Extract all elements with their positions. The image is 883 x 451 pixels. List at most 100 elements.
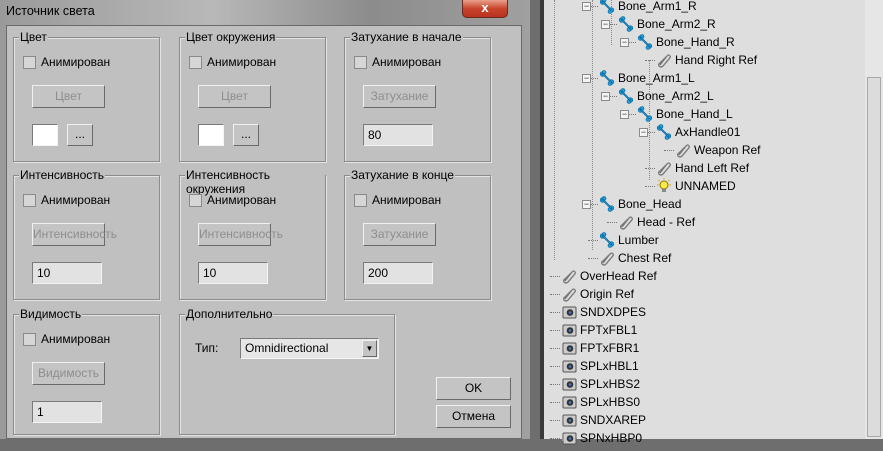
ok-button[interactable]: OK	[436, 377, 511, 400]
tree-item[interactable]: SPLxHBL1	[544, 357, 864, 375]
bone-icon	[599, 0, 615, 14]
collapse-icon[interactable]: −	[601, 20, 610, 29]
type-select[interactable]: Omnidirectional ▼	[240, 338, 379, 359]
intensity-button[interactable]: Интенсивность	[32, 223, 117, 246]
animated-checkbox[interactable]	[23, 194, 36, 207]
group-label: Интенсивность	[19, 168, 106, 182]
tree-item-label: SPLxHBL1	[580, 359, 639, 373]
visibility-value-field[interactable]: 1	[32, 401, 102, 423]
tree-item-label: Bone_Hand_L	[656, 107, 733, 121]
type-label: Тип:	[195, 341, 219, 355]
collapse-icon[interactable]: −	[582, 2, 591, 11]
amb_intensity-value-field[interactable]: 10	[198, 262, 268, 284]
clip-icon	[561, 268, 577, 284]
tree-item-label: SNDXDPES	[580, 305, 647, 319]
ambient-swatch[interactable]	[198, 124, 224, 146]
tree-item-label: FPTxFBR1	[580, 341, 640, 355]
group-label: Цвет	[19, 30, 48, 44]
color-swatch[interactable]	[32, 124, 58, 146]
tree-item-label: SNDXAREP	[580, 413, 647, 427]
animated-label: Анимирован	[41, 332, 111, 346]
clip-icon	[656, 160, 672, 176]
tree-item-label: SPLxHBS0	[580, 395, 641, 409]
ambient-button[interactable]: Цвет	[198, 85, 271, 108]
color-browse-button[interactable]: ...	[67, 124, 93, 146]
tree-connector	[588, 240, 598, 241]
collapse-icon[interactable]: −	[582, 200, 591, 209]
animated-checkbox[interactable]	[189, 194, 202, 207]
type-value: Omnidirectional	[245, 341, 329, 355]
scrollbar-thumb[interactable]	[867, 77, 881, 437]
cancel-button[interactable]: Отмена	[436, 405, 511, 428]
animated-label: Анимирован	[372, 55, 442, 69]
tree-item[interactable]: Origin Ref	[544, 285, 864, 303]
camera-icon	[561, 394, 577, 410]
tree-item-label: FPTxFBL1	[580, 323, 638, 337]
atten_end-value-field[interactable]: 200	[363, 262, 433, 284]
tree-item[interactable]: SPNxHBP0	[544, 429, 864, 447]
color-button[interactable]: Цвет	[32, 85, 105, 108]
group-ambient: Цвет окружения Анимирован Цвет...	[179, 30, 326, 162]
animated-label: Анимирован	[41, 55, 111, 69]
atten_start-value-field[interactable]: 80	[363, 124, 433, 146]
tree-item[interactable]: SPLxHBS0	[544, 393, 864, 411]
camera-icon	[561, 304, 577, 320]
animated-checkbox[interactable]	[354, 194, 367, 207]
group-label: Затухание в начале	[350, 30, 463, 44]
tree-item[interactable]: Chest Ref	[544, 249, 864, 267]
tree-item[interactable]: SNDXAREP	[544, 411, 864, 429]
tree-item[interactable]: OverHead Ref	[544, 267, 864, 285]
collapse-icon[interactable]: −	[620, 38, 629, 47]
light-icon	[656, 178, 672, 194]
camera-icon	[561, 412, 577, 428]
collapse-icon[interactable]: −	[601, 92, 610, 101]
close-button[interactable]: x	[462, 0, 508, 18]
animated-checkbox[interactable]	[23, 56, 36, 69]
ambient-browse-button[interactable]: ...	[233, 124, 259, 146]
atten_start-button[interactable]: Затухание	[363, 85, 436, 108]
clip-icon	[656, 52, 672, 68]
tree-item[interactable]: FPTxFBL1	[544, 321, 864, 339]
tree-item[interactable]: SPLxHBS2	[544, 375, 864, 393]
clip-icon	[675, 142, 691, 158]
amb_intensity-button[interactable]: Интенсивность	[198, 223, 283, 246]
camera-icon	[561, 322, 577, 338]
bone-icon	[618, 88, 634, 104]
animated-checkbox[interactable]	[354, 56, 367, 69]
dropdown-arrow-icon[interactable]: ▼	[362, 340, 377, 357]
collapse-icon[interactable]: −	[639, 128, 648, 137]
tree-connector	[550, 276, 560, 277]
tree-connector	[550, 312, 560, 313]
camera-icon	[561, 358, 577, 374]
bone-icon	[599, 70, 615, 86]
tree-connector	[550, 348, 560, 349]
bone-icon	[618, 16, 634, 32]
tree-item-label: Origin Ref	[580, 287, 635, 301]
animated-label: Анимирован	[41, 193, 111, 207]
title-bar[interactable]: Источник света x	[0, 0, 530, 25]
tree-guide-line	[592, 0, 593, 250]
group-amb_intensity: Интенсивность окружения Анимирован Интенси…	[179, 168, 326, 300]
tree-connector	[664, 150, 674, 151]
visibility-button[interactable]: Видимость	[32, 362, 105, 385]
tree-item-label: OverHead Ref	[580, 269, 657, 283]
camera-icon	[561, 340, 577, 356]
tree-connector	[550, 366, 560, 367]
collapse-icon[interactable]: −	[620, 110, 629, 119]
atten_end-button[interactable]: Затухание	[363, 223, 436, 246]
animated-checkbox[interactable]	[23, 333, 36, 346]
tree-item-label: Bone_Arm1_L	[618, 71, 695, 85]
group-label: Затухание в конце	[350, 168, 455, 182]
tree-connector	[550, 384, 560, 385]
clip-icon	[618, 214, 634, 230]
animated-checkbox[interactable]	[189, 56, 202, 69]
tree-guide-line	[554, 0, 555, 260]
tree-item-label: Head - Ref	[637, 215, 696, 229]
collapse-icon[interactable]: −	[582, 74, 591, 83]
bone-icon	[637, 34, 653, 50]
intensity-value-field[interactable]: 10	[32, 262, 102, 284]
animated-label: Анимирован	[207, 55, 277, 69]
tree-connector	[607, 222, 617, 223]
tree-item[interactable]: FPTxFBR1	[544, 339, 864, 357]
tree-item[interactable]: SNDXDPES	[544, 303, 864, 321]
